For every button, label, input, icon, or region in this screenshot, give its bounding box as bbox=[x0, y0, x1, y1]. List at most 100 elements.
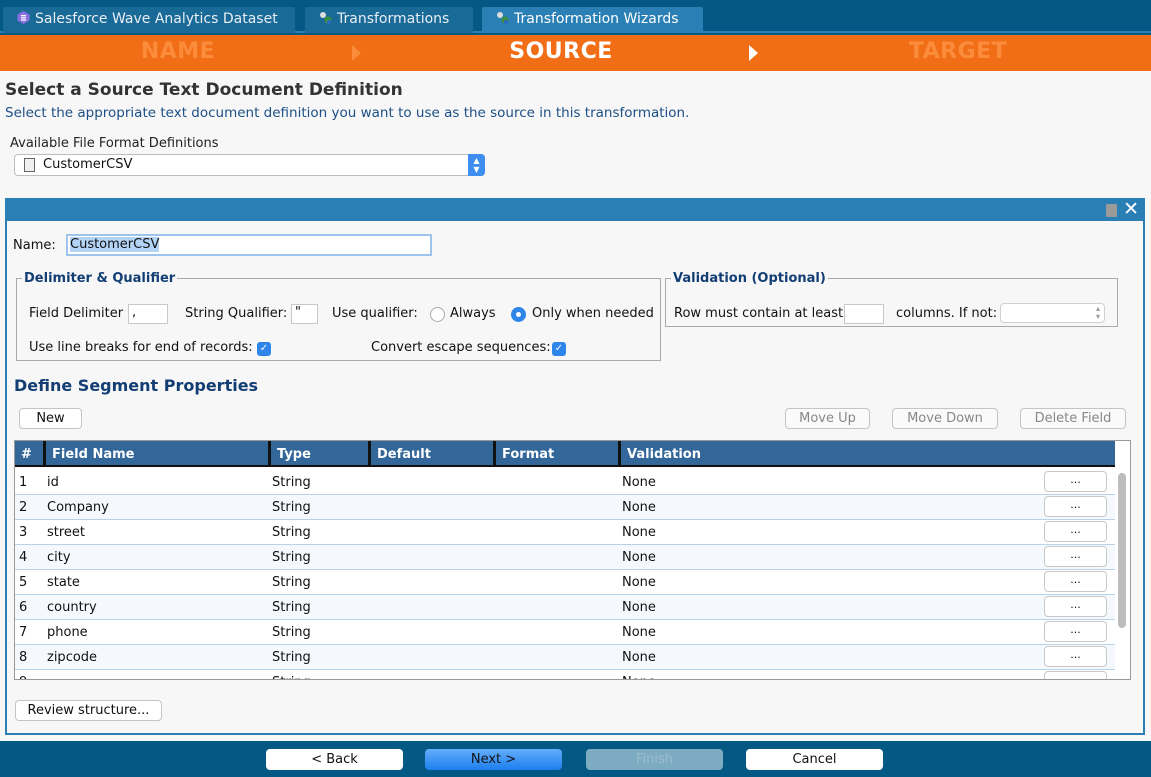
name-value: CustomerCSV bbox=[70, 237, 160, 252]
cell-type: String bbox=[272, 600, 311, 615]
cell-num: 6 bbox=[19, 600, 28, 615]
column-header-field-name[interactable]: Field Name bbox=[46, 441, 271, 467]
cell-num: 3 bbox=[19, 525, 28, 540]
row-action-button[interactable]: ... bbox=[1044, 671, 1107, 679]
move-up-button[interactable]: Move Up bbox=[785, 408, 870, 429]
table-row[interactable]: 3 street String None... bbox=[15, 520, 1115, 545]
table-scrollbar[interactable] bbox=[1118, 473, 1126, 628]
tab-bar: Salesforce Wave Analytics Dataset Transf… bbox=[0, 0, 1151, 33]
row-action-button[interactable]: ... bbox=[1044, 546, 1107, 567]
wizard-footer: < Back Next > Finish Cancel bbox=[0, 741, 1151, 777]
step-source: SOURCE bbox=[509, 39, 613, 64]
row-action-button[interactable]: ... bbox=[1044, 646, 1107, 667]
panel-header: ✕ bbox=[7, 198, 1143, 221]
cell-validation: None bbox=[622, 675, 656, 679]
escape-sequences-checkbox[interactable]: ✓ bbox=[552, 342, 566, 356]
transformation-icon bbox=[496, 11, 509, 24]
field-delimiter-label: Field Delimiter bbox=[29, 306, 124, 321]
cell-type: String bbox=[272, 525, 311, 540]
group-legend: Validation (Optional) bbox=[673, 271, 826, 286]
table-row[interactable]: 8 zipcode String None... bbox=[15, 645, 1115, 670]
table-row[interactable]: 6 country String None... bbox=[15, 595, 1115, 620]
radio-only-when-needed[interactable] bbox=[511, 307, 526, 322]
line-breaks-checkbox[interactable]: ✓ bbox=[257, 342, 271, 356]
dataset-icon bbox=[17, 11, 30, 24]
cell-name: Company bbox=[47, 500, 109, 515]
file-format-select[interactable]: CustomerCSV ▲ ▼ bbox=[14, 154, 485, 176]
row-min-columns-label: Row must contain at least bbox=[674, 306, 844, 321]
validation-group: Validation (Optional) Row must contain a… bbox=[665, 271, 1118, 327]
cell-validation: None bbox=[622, 500, 656, 515]
table-row[interactable]: 9 String None... bbox=[15, 670, 1115, 679]
cell-num: 1 bbox=[19, 475, 28, 490]
cell-type: String bbox=[272, 675, 311, 679]
cell-num: 5 bbox=[19, 575, 28, 590]
page-title: Select a Source Text Document Definition bbox=[5, 80, 403, 100]
name-input[interactable]: CustomerCSV bbox=[66, 234, 432, 256]
column-header-format[interactable]: Format bbox=[496, 441, 621, 467]
page-subtitle: Select the appropriate text document def… bbox=[5, 105, 690, 121]
cell-validation: None bbox=[622, 650, 656, 665]
min-columns-input[interactable] bbox=[844, 304, 884, 324]
cell-name: phone bbox=[47, 625, 88, 640]
move-down-button[interactable]: Move Down bbox=[892, 408, 998, 429]
tab-label: Transformation Wizards bbox=[514, 11, 679, 27]
cell-validation: None bbox=[622, 475, 656, 490]
next-button[interactable]: Next > bbox=[425, 749, 562, 770]
transformation-icon bbox=[319, 11, 332, 24]
row-action-button[interactable]: ... bbox=[1044, 521, 1107, 542]
tab-salesforce-dataset[interactable]: Salesforce Wave Analytics Dataset bbox=[3, 7, 295, 33]
row-action-button[interactable]: ... bbox=[1044, 621, 1107, 642]
cell-type: String bbox=[272, 575, 311, 590]
table-row[interactable]: 7 phone String None... bbox=[15, 620, 1115, 645]
finish-button[interactable]: Finish bbox=[586, 749, 723, 770]
save-icon[interactable] bbox=[1106, 204, 1117, 217]
if-not-label: columns. If not: bbox=[896, 306, 998, 321]
cell-type: String bbox=[272, 500, 311, 515]
cell-type: String bbox=[272, 475, 311, 490]
radio-only-when-needed-label: Only when needed bbox=[532, 306, 654, 321]
cell-validation: None bbox=[622, 575, 656, 590]
cancel-button[interactable]: Cancel bbox=[746, 749, 883, 770]
radio-always[interactable] bbox=[430, 307, 445, 322]
back-button[interactable]: < Back bbox=[266, 749, 403, 770]
tab-transformations[interactable]: Transformations bbox=[305, 7, 473, 33]
column-header-type[interactable]: Type bbox=[271, 441, 371, 467]
step-target: TARGET bbox=[908, 39, 1008, 64]
cell-num: 9 bbox=[19, 675, 27, 679]
step-arrow-icon bbox=[749, 45, 758, 61]
table-row[interactable]: 1 id String None... bbox=[15, 470, 1115, 495]
tab-transformation-wizards[interactable]: Transformation Wizards bbox=[482, 7, 703, 33]
new-field-button[interactable]: New bbox=[19, 408, 82, 429]
cell-name: street bbox=[47, 525, 86, 540]
column-header-number[interactable]: # bbox=[15, 441, 46, 467]
column-header-default[interactable]: Default bbox=[371, 441, 496, 467]
cell-name: zipcode bbox=[47, 650, 98, 665]
table-row[interactable]: 2 Company String None... bbox=[15, 495, 1115, 520]
cell-name: city bbox=[47, 550, 71, 565]
wizard-steps: NAME SOURCE TARGET bbox=[0, 35, 1151, 71]
field-delimiter-input[interactable]: , bbox=[128, 304, 168, 324]
group-legend: Delimiter & Qualifier bbox=[24, 271, 176, 286]
name-label: Name: bbox=[13, 238, 56, 253]
close-icon[interactable]: ✕ bbox=[1123, 198, 1139, 220]
column-header-validation[interactable]: Validation bbox=[621, 441, 1115, 467]
delete-field-button[interactable]: Delete Field bbox=[1020, 408, 1126, 429]
if-not-select[interactable]: ▴ ▾ bbox=[1000, 303, 1105, 323]
cell-name: country bbox=[47, 600, 97, 615]
main-content: Select a Source Text Document Definition… bbox=[0, 71, 1151, 741]
string-qualifier-input[interactable]: " bbox=[291, 304, 318, 324]
row-action-button[interactable]: ... bbox=[1044, 471, 1107, 492]
table-row[interactable]: 5 state String None... bbox=[15, 570, 1115, 595]
table-row[interactable]: 4 city String None... bbox=[15, 545, 1115, 570]
definition-panel: ✕ Name: CustomerCSV Delimiter & Qualifie… bbox=[5, 198, 1145, 735]
cell-validation: None bbox=[622, 625, 656, 640]
tab-label: Transformations bbox=[337, 11, 450, 27]
line-breaks-label: Use line breaks for end of records: bbox=[29, 340, 253, 355]
review-structure-button[interactable]: Review structure... bbox=[15, 700, 162, 721]
row-action-button[interactable]: ... bbox=[1044, 571, 1107, 592]
row-action-button[interactable]: ... bbox=[1044, 596, 1107, 617]
row-action-button[interactable]: ... bbox=[1044, 496, 1107, 517]
step-arrow-icon bbox=[352, 45, 361, 61]
step-name: NAME bbox=[140, 39, 216, 64]
